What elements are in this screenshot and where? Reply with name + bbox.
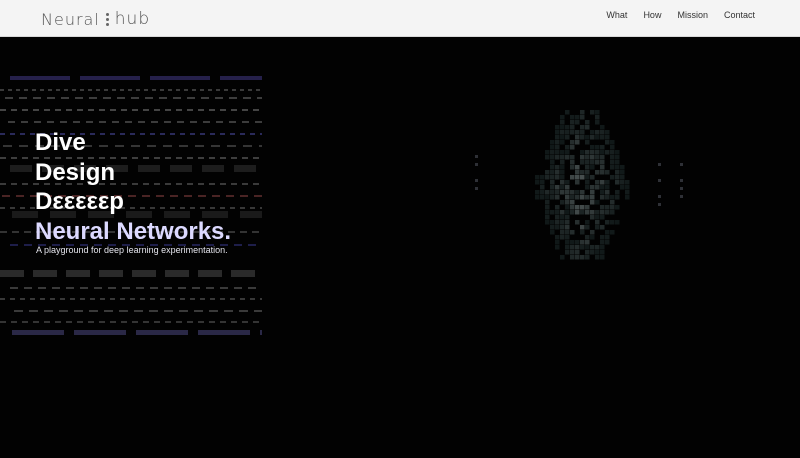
nav-link-mission[interactable]: Mission bbox=[677, 10, 708, 20]
hero-headline: Dive Design Dεεεεεp Neural Networks. bbox=[35, 128, 231, 246]
headline-line-neural-networks: Neural Networks. bbox=[35, 217, 232, 245]
nav-link-what[interactable]: What bbox=[606, 10, 627, 20]
hero-tagline: A playground for deep learning experimen… bbox=[36, 245, 228, 255]
nav-link-contact[interactable]: Contact bbox=[724, 10, 755, 20]
headline-line-dive: Dive bbox=[35, 129, 86, 156]
network-visualization-graphic bbox=[475, 110, 683, 260]
logo-word-neural: Neural bbox=[41, 9, 100, 29]
nav-link-how[interactable]: How bbox=[643, 10, 661, 20]
headline-line-deep: Dεεεεεp bbox=[35, 188, 124, 215]
logo-dots-icon bbox=[105, 12, 109, 26]
top-navbar: Neural hub What How Mission Contact bbox=[0, 0, 800, 37]
main-nav: What How Mission Contact bbox=[606, 10, 755, 20]
neuralhub-logo[interactable]: Neural hub bbox=[41, 9, 150, 29]
headline-line-design: Design bbox=[35, 158, 116, 186]
logo-word-hub: hub bbox=[114, 9, 151, 29]
